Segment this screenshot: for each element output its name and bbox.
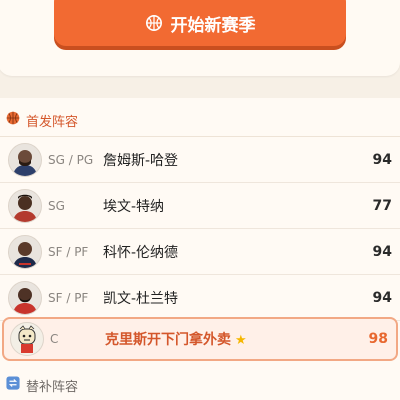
player-name: 詹姆斯-哈登 bbox=[103, 152, 179, 169]
player-row[interactable]: SF / PF 科怀-伦纳德 94 bbox=[0, 229, 400, 275]
star-icon: ★ bbox=[235, 333, 247, 348]
player-rating: 94 bbox=[372, 243, 392, 260]
player-row-selected[interactable]: C 克里斯开下门拿外卖 ★ 98 bbox=[2, 317, 398, 361]
swap-icon bbox=[6, 376, 20, 394]
player-name: 埃文-特纳 bbox=[103, 198, 165, 215]
player-rating: 94 bbox=[372, 289, 392, 306]
player-avatar-icon bbox=[8, 234, 42, 269]
player-avatar-icon bbox=[8, 142, 42, 177]
player-row[interactable]: SF / PF 凯文-杜兰特 94 bbox=[0, 275, 400, 321]
start-new-season-label: 开始新赛季 bbox=[170, 15, 256, 36]
starting-lineup-header: 首发阵容 bbox=[6, 110, 78, 130]
player-name: 克里斯开下门拿外卖 ★ bbox=[105, 332, 247, 348]
start-new-season-button[interactable]: 开始新赛季 bbox=[54, 0, 346, 46]
player-name: 科怀-伦纳德 bbox=[103, 244, 179, 261]
player-avatar-icon bbox=[8, 188, 42, 223]
player-rating: 94 bbox=[372, 151, 392, 168]
player-rating: 98 bbox=[368, 331, 388, 347]
bench-header[interactable]: 替补阵容 bbox=[6, 375, 78, 395]
player-row[interactable]: SG / PG 詹姆斯-哈登 94 bbox=[0, 137, 400, 183]
player-position: SG / PG bbox=[48, 152, 94, 167]
basketball-icon bbox=[6, 111, 20, 129]
player-rating: 77 bbox=[372, 197, 392, 214]
cartoon-avatar-icon bbox=[10, 322, 44, 356]
basketball-icon bbox=[145, 14, 163, 32]
player-name: 凯文-杜兰特 bbox=[103, 290, 179, 307]
player-position: SG bbox=[48, 198, 65, 213]
player-avatar-icon bbox=[8, 280, 42, 315]
player-position: SF / PF bbox=[48, 290, 89, 305]
player-row[interactable]: SG 埃文-特纳 77 bbox=[0, 183, 400, 229]
starting-lineup-title: 首发阵容 bbox=[26, 114, 79, 130]
bench-title: 替补阵容 bbox=[26, 379, 79, 395]
player-position: SF / PF bbox=[48, 244, 89, 259]
player-position: C bbox=[50, 332, 59, 346]
